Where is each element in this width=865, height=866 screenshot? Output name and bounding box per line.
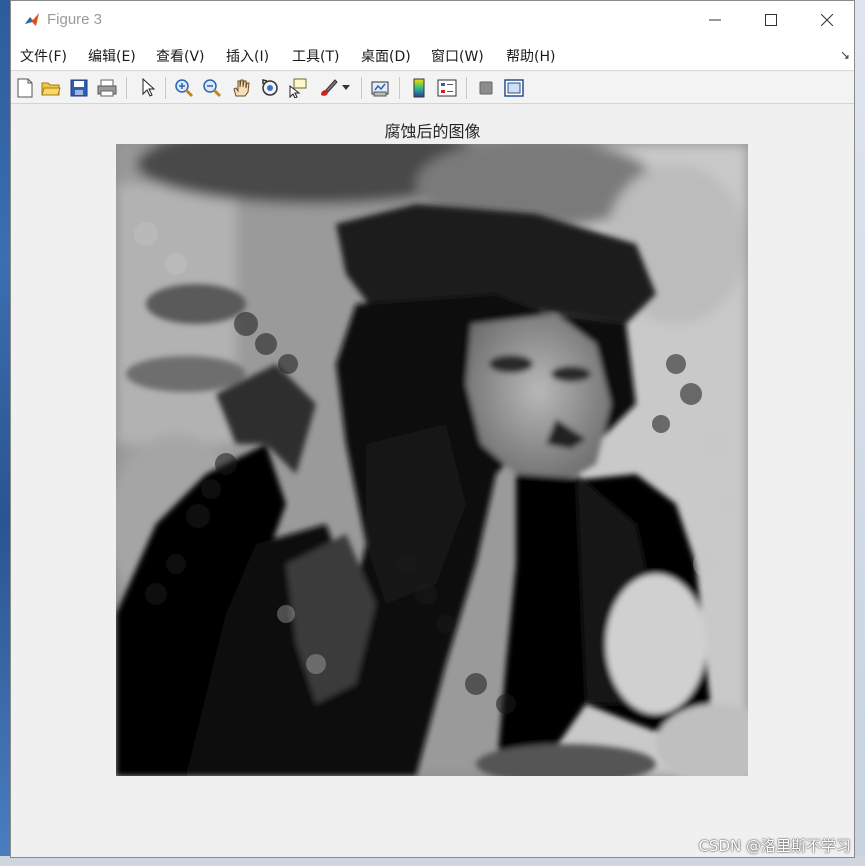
show-plot-tools-icon	[504, 79, 524, 97]
rotate-3d-icon	[262, 79, 278, 96]
menu-tools[interactable]: 工具(T)	[292, 46, 339, 66]
window-title: Figure 3	[47, 11, 103, 28]
figure-canvas: 腐蚀后的图像	[11, 105, 854, 857]
pan-button[interactable]	[230, 77, 252, 99]
toolbar-separator	[165, 77, 166, 99]
insert-legend-button[interactable]	[436, 77, 458, 99]
data-cursor-icon	[289, 78, 307, 98]
show-plot-tools-button[interactable]	[503, 77, 525, 99]
axes-title: 腐蚀后的图像	[384, 122, 481, 141]
menu-view[interactable]: 查看(V)	[156, 46, 205, 66]
menu-file[interactable]: 文件(F)	[20, 46, 67, 66]
brush-dropdown-button[interactable]	[340, 77, 352, 99]
menu-insert[interactable]: 插入(I)	[226, 46, 269, 66]
save-icon	[70, 79, 88, 97]
new-figure-icon	[17, 78, 33, 98]
brush-icon	[321, 79, 338, 96]
menu-window[interactable]: 窗口(W)	[431, 46, 484, 66]
maximize-icon	[765, 14, 777, 26]
close-button[interactable]	[799, 1, 855, 39]
toolbar-separator	[466, 77, 467, 99]
menu-bar: 文件(F) 编辑(E) 查看(V) 插入(I) 工具(T) 桌面(D) 窗口(W…	[11, 39, 854, 71]
figure-toolbar	[11, 72, 854, 104]
brush-button[interactable]	[317, 77, 339, 99]
open-file-icon	[41, 82, 61, 96]
toolbar-separator	[361, 77, 362, 99]
link-plot-icon	[371, 81, 389, 97]
zoom-in-icon	[175, 79, 194, 98]
open-file-button[interactable]	[40, 77, 62, 99]
rotate-3d-button[interactable]	[259, 77, 281, 99]
hide-plot-tools-icon	[479, 81, 493, 95]
print-button[interactable]	[96, 77, 118, 99]
data-cursor-button[interactable]	[287, 77, 309, 99]
pan-hand-icon	[233, 79, 250, 97]
minimize-button[interactable]	[687, 1, 743, 39]
toolbar-separator	[126, 77, 127, 99]
eroded-grayscale-image[interactable]	[116, 144, 748, 776]
save-button[interactable]	[68, 77, 90, 99]
menu-help[interactable]: 帮助(H)	[506, 46, 555, 66]
edit-plot-button[interactable]	[137, 77, 159, 99]
title-bar[interactable]: Figure 3	[11, 1, 854, 39]
brush-dropdown-icon	[342, 85, 350, 90]
menubar-overflow-icon[interactable]: ↘	[840, 48, 850, 62]
figure-window: Figure 3 文件(F) 编辑(E) 查看(V) 插入(I) 工具(T) 桌…	[10, 0, 855, 858]
image-content	[116, 144, 748, 776]
insert-legend-icon	[437, 79, 457, 97]
new-figure-button[interactable]	[14, 77, 36, 99]
menu-edit[interactable]: 编辑(E)	[88, 46, 136, 66]
minimize-icon	[709, 19, 721, 21]
print-icon	[97, 79, 117, 97]
hide-plot-tools-button[interactable]	[475, 77, 497, 99]
close-icon	[821, 14, 833, 26]
toolbar-separator	[399, 77, 400, 99]
edit-plot-arrow-icon	[142, 78, 155, 97]
link-plot-button[interactable]	[369, 77, 391, 99]
matlab-logo-icon	[23, 11, 41, 29]
maximize-button[interactable]	[743, 1, 799, 39]
csdn-watermark: CSDN @洛里斯不学习	[698, 837, 851, 855]
menu-desktop[interactable]: 桌面(D)	[361, 46, 411, 66]
insert-colorbar-button[interactable]	[408, 77, 430, 99]
zoom-in-button[interactable]	[173, 77, 195, 99]
zoom-out-icon	[203, 79, 222, 98]
insert-colorbar-icon	[413, 78, 425, 98]
zoom-out-button[interactable]	[201, 77, 223, 99]
